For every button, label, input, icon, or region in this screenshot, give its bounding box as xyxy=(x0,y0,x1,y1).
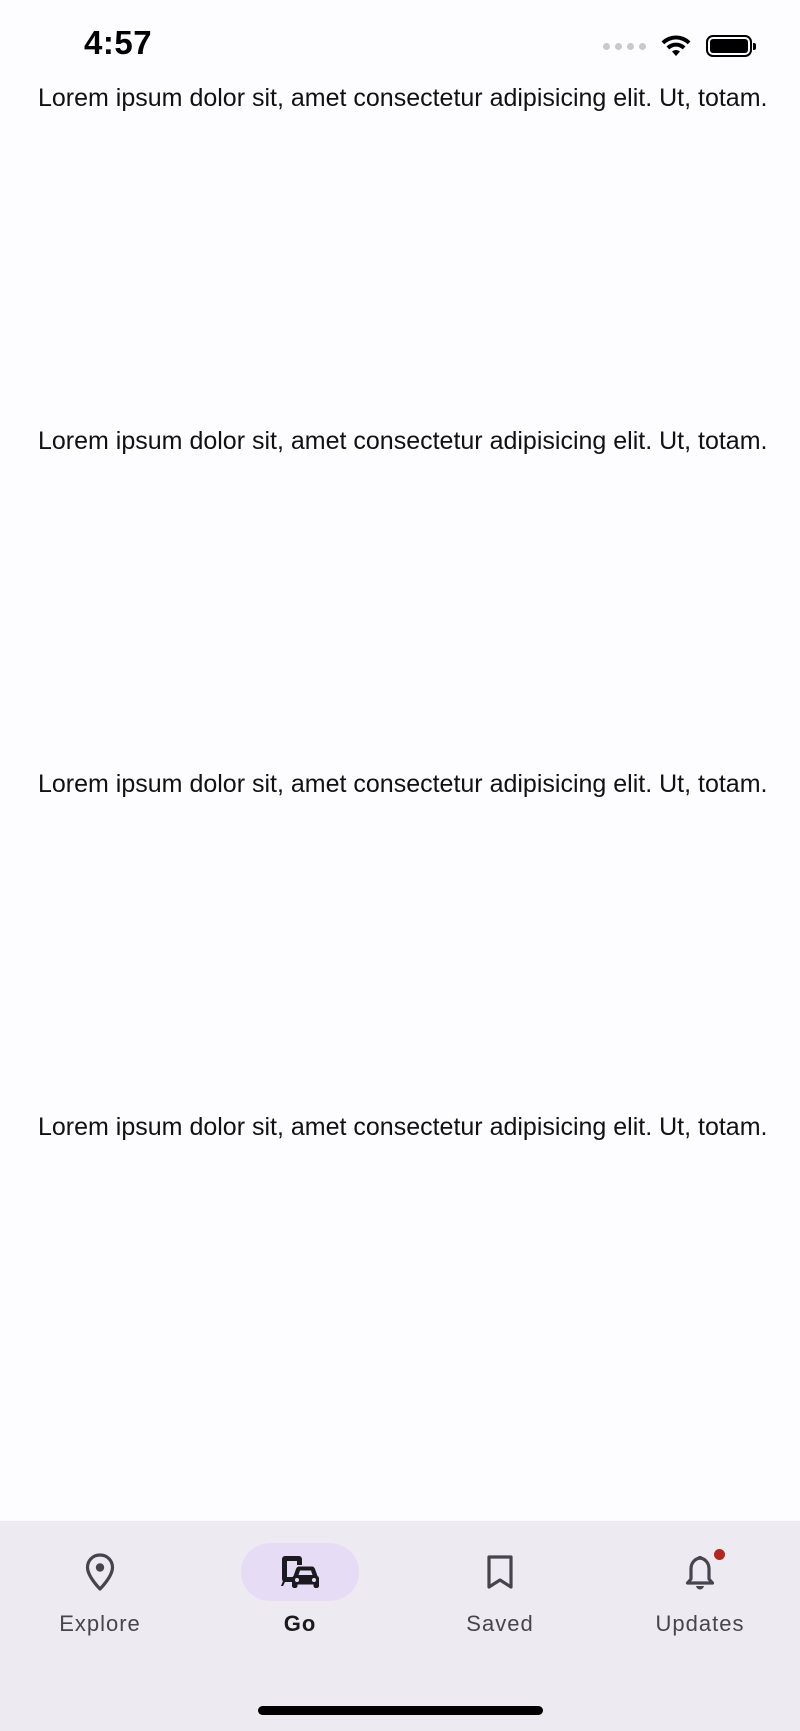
location-pin-icon xyxy=(85,1553,115,1591)
paragraph-3: Lorem ipsum dolor sit, amet consectetur … xyxy=(38,770,768,798)
nav-icon-container-active xyxy=(241,1543,359,1601)
nav-item-explore[interactable]: Explore xyxy=(0,1543,200,1663)
commute-icon xyxy=(281,1556,319,1588)
bottom-navigation-bar: Explore Go Saved Updates xyxy=(0,1521,800,1731)
nav-icon-container xyxy=(41,1543,159,1601)
bell-icon xyxy=(685,1555,715,1590)
content-scroll-area[interactable]: Lorem ipsum dolor sit, amet consectetur … xyxy=(0,0,800,1520)
paragraph-4: Lorem ipsum dolor sit, amet consectetur … xyxy=(38,1113,768,1141)
home-indicator[interactable] xyxy=(258,1706,543,1715)
nav-label-updates: Updates xyxy=(655,1611,745,1636)
paragraph-2: Lorem ipsum dolor sit, amet consectetur … xyxy=(38,427,768,455)
nav-item-updates[interactable]: Updates xyxy=(600,1543,800,1663)
nav-label-go: Go xyxy=(283,1611,317,1636)
notification-badge xyxy=(714,1549,725,1560)
nav-icon-container xyxy=(441,1543,559,1601)
nav-icon-container xyxy=(641,1543,759,1601)
nav-item-saved[interactable]: Saved xyxy=(400,1543,600,1663)
paragraph-1: Lorem ipsum dolor sit, amet consectetur … xyxy=(38,84,768,112)
bookmark-icon xyxy=(487,1555,513,1589)
nav-label-explore: Explore xyxy=(59,1611,141,1636)
nav-item-go[interactable]: Go xyxy=(200,1543,400,1663)
nav-label-saved: Saved xyxy=(466,1611,534,1636)
